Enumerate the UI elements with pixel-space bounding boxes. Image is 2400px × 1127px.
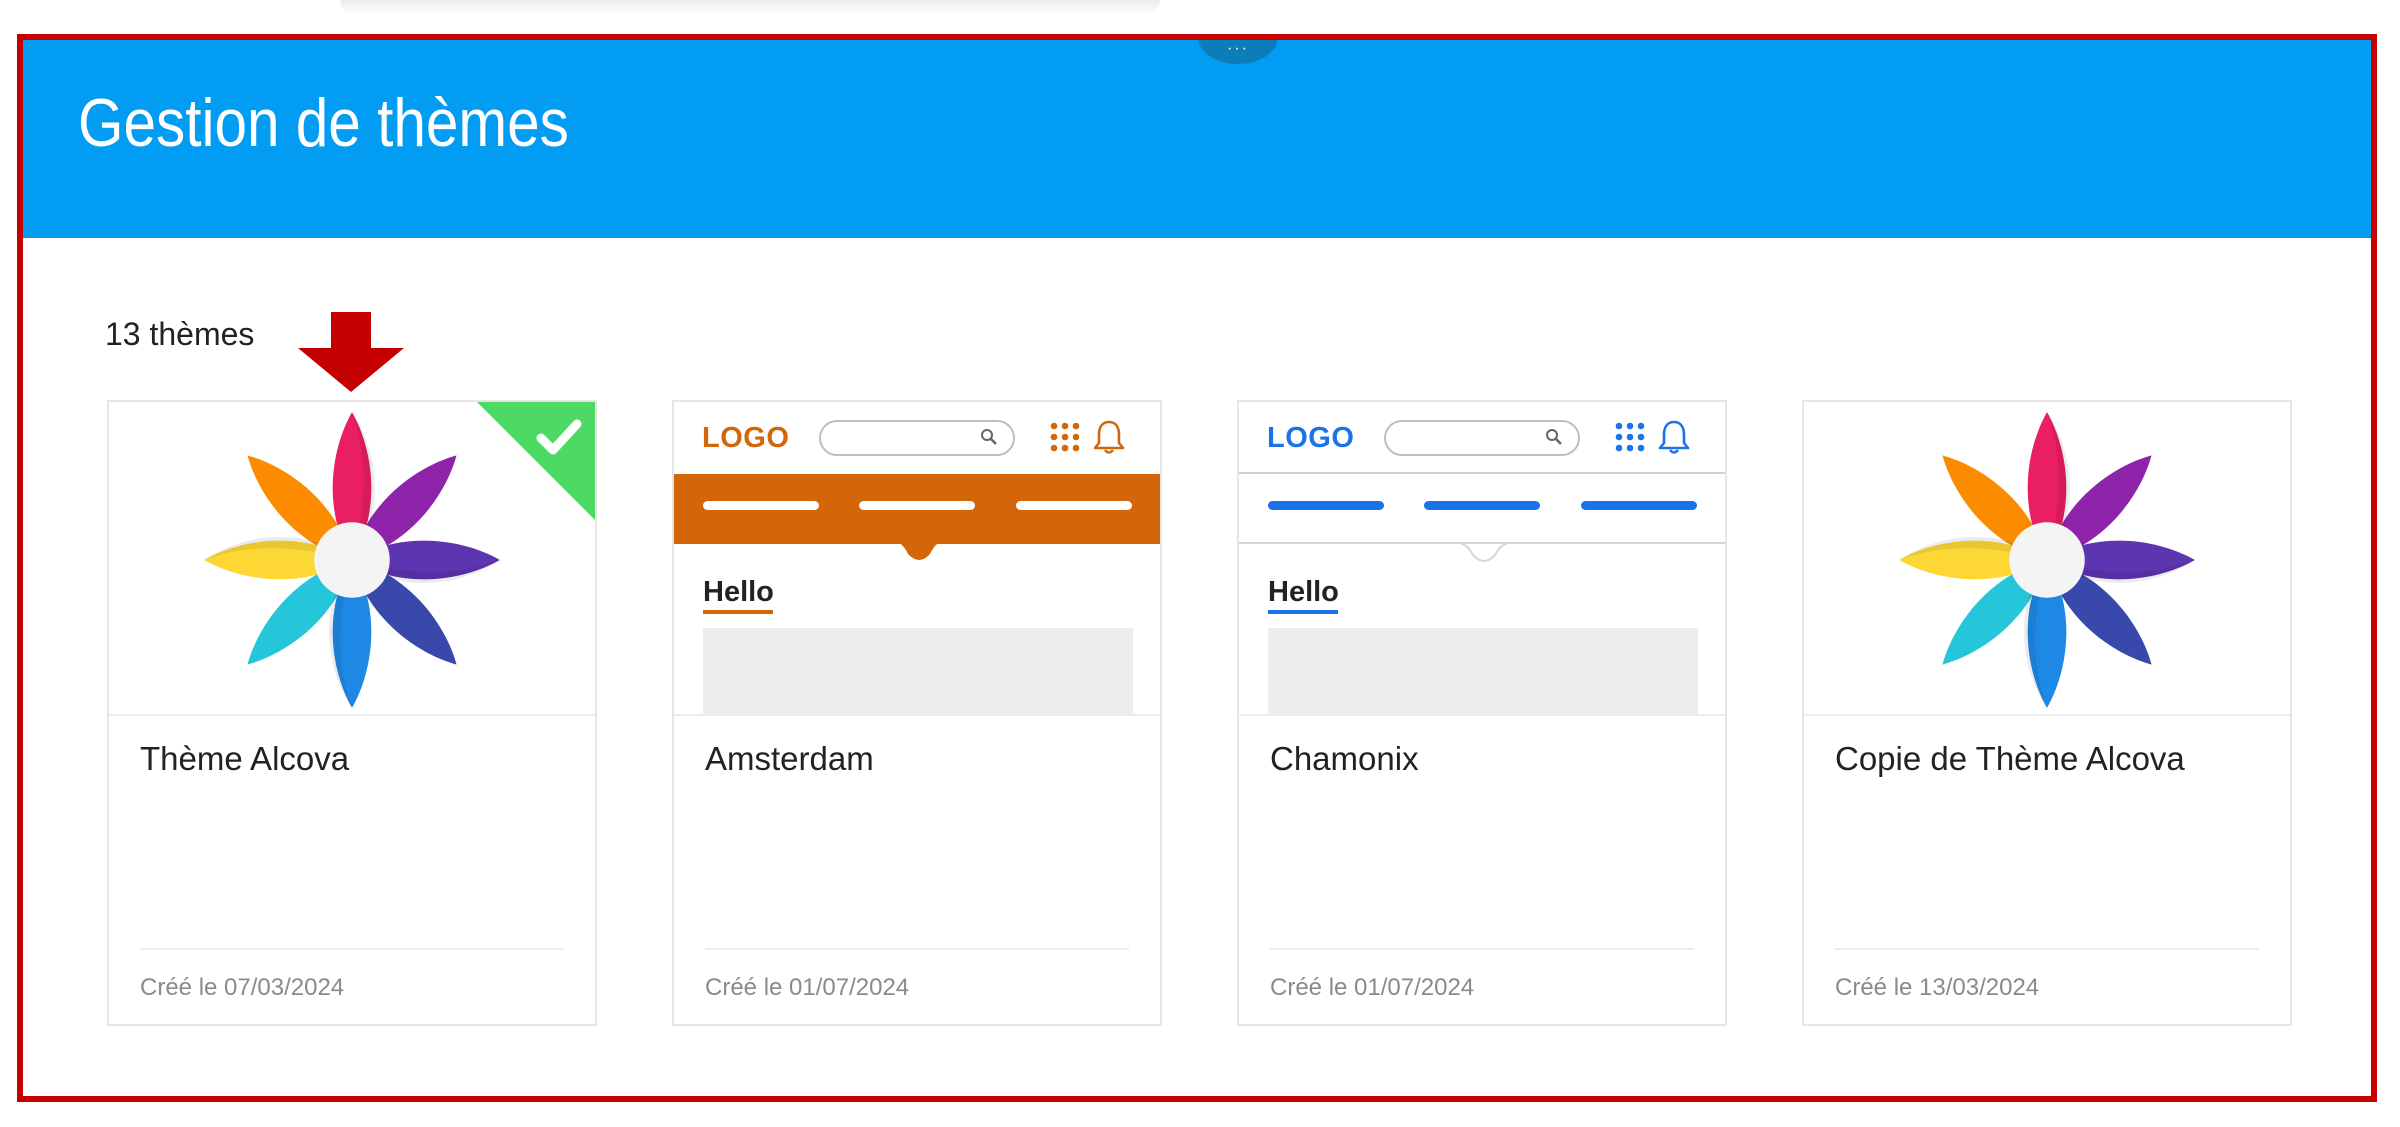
theme-title: Thème Alcova bbox=[140, 740, 350, 777]
preview-search bbox=[1384, 420, 1580, 456]
nav-line bbox=[1016, 501, 1132, 510]
theme-card-alcova[interactable]: Thème Alcova Créé le 07/03/2024 bbox=[107, 400, 597, 1026]
theme-date: Créé le 01/07/2024 bbox=[705, 974, 910, 1001]
nav-line bbox=[1581, 501, 1697, 510]
theme-date: Créé le 07/03/2024 bbox=[140, 974, 345, 1001]
theme-card-copie-alcova[interactable]: Copie de Thème Alcova Créé le 13/03/2024 bbox=[1802, 400, 2292, 1026]
bell-icon bbox=[1093, 420, 1125, 454]
preview-block bbox=[703, 628, 1133, 714]
hello-underline bbox=[1268, 610, 1338, 614]
preview-navbar bbox=[674, 474, 1160, 544]
page-header: Gestion de thèmes bbox=[23, 40, 2371, 238]
flower-icon bbox=[1899, 412, 2195, 708]
hello-underline bbox=[703, 610, 773, 614]
drag-handle-dots: ··· bbox=[1227, 40, 1249, 57]
theme-date: Créé le 01/07/2024 bbox=[1270, 974, 1475, 1001]
divider bbox=[1270, 948, 1694, 950]
nav-notch bbox=[896, 542, 942, 560]
arrow-down-icon bbox=[298, 312, 404, 392]
theme-title: Chamonix bbox=[1270, 740, 1419, 777]
preview-hello: Hello bbox=[1268, 576, 1339, 608]
page-title: Gestion de thèmes bbox=[78, 85, 569, 161]
theme-preview bbox=[1804, 402, 2290, 716]
nav-line bbox=[703, 501, 819, 510]
theme-count: 13 thèmes bbox=[105, 316, 255, 352]
theme-title: Copie de Thème Alcova bbox=[1835, 740, 2185, 777]
preview-search bbox=[819, 420, 1015, 456]
nav-line bbox=[859, 501, 975, 510]
nav-notch bbox=[1461, 543, 1507, 562]
preview-topbar: LOGO bbox=[674, 402, 1160, 474]
active-check-icon bbox=[477, 402, 595, 520]
nav-line bbox=[1268, 501, 1384, 510]
bell-icon bbox=[1658, 420, 1690, 454]
theme-title: Amsterdam bbox=[705, 740, 874, 777]
preview-block bbox=[1268, 628, 1698, 714]
preview-hello: Hello bbox=[703, 576, 774, 608]
preview-logo: LOGO bbox=[702, 422, 790, 454]
divider bbox=[140, 948, 564, 950]
search-icon bbox=[981, 429, 997, 445]
preview-logo: LOGO bbox=[1267, 422, 1355, 454]
theme-card-amsterdam[interactable]: LOGO Hello Amsterdam Créé le 01/07/2024 bbox=[672, 400, 1162, 1026]
nav-line bbox=[1424, 501, 1540, 510]
flower-icon bbox=[204, 412, 500, 708]
theme-card-chamonix[interactable]: LOGO Hello Chamonix Créé le 01/07/2024 bbox=[1237, 400, 1727, 1026]
top-shadow bbox=[340, 0, 1160, 14]
theme-manager-panel: Gestion de thèmes ··· 13 thèmes Thème Al… bbox=[17, 34, 2377, 1102]
preview-topbar: LOGO bbox=[1239, 402, 1725, 474]
theme-preview bbox=[109, 402, 595, 716]
divider bbox=[705, 948, 1129, 950]
divider bbox=[1835, 948, 2259, 950]
search-icon bbox=[1546, 429, 1562, 445]
preview-navbar bbox=[1239, 474, 1725, 544]
theme-preview: LOGO Hello bbox=[674, 402, 1160, 716]
theme-date: Créé le 13/03/2024 bbox=[1835, 974, 2040, 1001]
theme-preview: LOGO Hello bbox=[1239, 402, 1725, 716]
apps-grid-icon bbox=[1050, 422, 1080, 452]
apps-grid-icon bbox=[1615, 422, 1645, 452]
